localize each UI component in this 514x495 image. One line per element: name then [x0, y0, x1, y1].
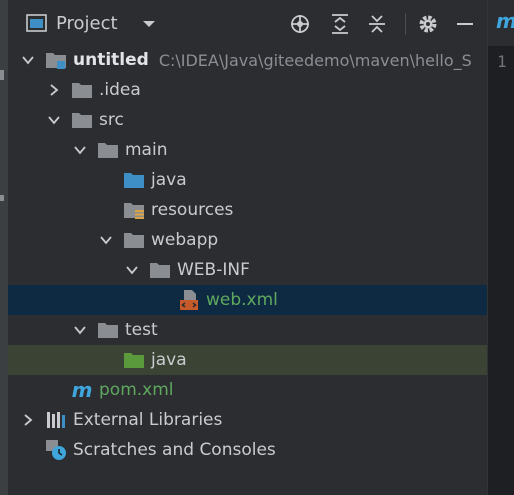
tree-item-label: resources	[151, 200, 234, 220]
folder-icon	[71, 80, 93, 100]
tree-row-src[interactable]: src	[8, 105, 487, 135]
library-icon	[45, 410, 67, 430]
tree-row-pom-xml[interactable]: m pom.xml	[8, 375, 487, 405]
panel-header: Project	[8, 0, 487, 46]
tree-item-label: webapp	[151, 230, 219, 250]
maven-icon: m	[71, 378, 93, 402]
tree-item-label: java	[151, 350, 187, 370]
tree-row-untitled[interactable]: untitled C:\IDEA\Java\giteedemo\maven\he…	[8, 45, 487, 75]
chevron-down-icon[interactable]	[123, 261, 141, 279]
locate-icon[interactable]	[289, 13, 311, 35]
maven-icon: m	[496, 9, 514, 33]
tree-row-test[interactable]: test	[8, 315, 487, 345]
tree-row-web-xml[interactable]: web.xml	[8, 285, 487, 315]
project-window-icon	[26, 13, 48, 38]
gear-icon[interactable]	[417, 13, 439, 35]
source-folder-icon	[123, 170, 145, 190]
editor-area[interactable]: m 1	[487, 0, 514, 495]
project-panel: Project untitled C:\IDEA\Java\giteedemo\…	[8, 0, 487, 495]
collapse-all-icon[interactable]	[366, 13, 388, 35]
editor-tab[interactable]: m	[488, 0, 514, 46]
chevron-down-icon[interactable]	[45, 111, 63, 129]
resources-folder-icon	[123, 200, 145, 220]
tree-item-label: web.xml	[206, 290, 278, 310]
tree-row-webapp[interactable]: webapp	[8, 225, 487, 255]
tree-item-label: main	[125, 140, 168, 160]
tree-row-web-inf[interactable]: WEB-INF	[8, 255, 487, 285]
project-name: untitled	[73, 50, 149, 70]
tree-row-scratches[interactable]: Scratches and Consoles	[8, 435, 487, 465]
folder-icon	[123, 230, 145, 250]
strip-marker	[0, 195, 4, 201]
tree-item-label: java	[151, 170, 187, 190]
xml-file-icon	[178, 290, 200, 310]
project-path: C:\IDEA\Java\giteedemo\maven\hello_S	[158, 50, 472, 70]
folder-icon	[97, 140, 119, 160]
panel-title[interactable]: Project	[56, 13, 118, 34]
tree-item-label: test	[125, 320, 158, 340]
strip-marker	[0, 70, 4, 80]
tree-item-label: Scratches and Consoles	[73, 440, 276, 460]
test-folder-icon	[123, 350, 145, 370]
chevron-down-icon[interactable]	[97, 231, 115, 249]
tree-item-label: pom.xml	[99, 380, 174, 400]
module-folder-icon	[45, 50, 67, 70]
tree-row-main[interactable]: main	[8, 135, 487, 165]
tree-item-label: src	[99, 110, 124, 130]
view-dropdown-icon[interactable]	[138, 13, 160, 35]
minimize-icon[interactable]	[454, 13, 476, 35]
scratches-icon	[45, 440, 67, 460]
tree-row-idea[interactable]: .idea	[8, 75, 487, 105]
chevron-down-icon[interactable]	[19, 51, 37, 69]
chevron-right-icon[interactable]	[19, 411, 37, 429]
line-number: 1	[497, 52, 507, 71]
chevron-down-icon[interactable]	[71, 141, 89, 159]
folder-icon	[71, 110, 93, 130]
folder-icon	[97, 320, 119, 340]
tree-row-external-libraries[interactable]: External Libraries	[8, 405, 487, 435]
chevron-right-icon[interactable]	[45, 81, 63, 99]
tree-item-label: WEB-INF	[177, 260, 250, 280]
tree-row-resources[interactable]: resources	[8, 195, 487, 225]
tree-item-label: .idea	[99, 80, 141, 100]
folder-icon	[149, 260, 171, 280]
tree-item-label: External Libraries	[73, 410, 223, 430]
chevron-down-icon[interactable]	[71, 321, 89, 339]
expand-all-icon[interactable]	[329, 13, 351, 35]
tree-row-java-sources[interactable]: java	[8, 165, 487, 195]
toolbar-divider	[405, 13, 406, 35]
tree-row-java-tests[interactable]: java	[8, 345, 487, 375]
